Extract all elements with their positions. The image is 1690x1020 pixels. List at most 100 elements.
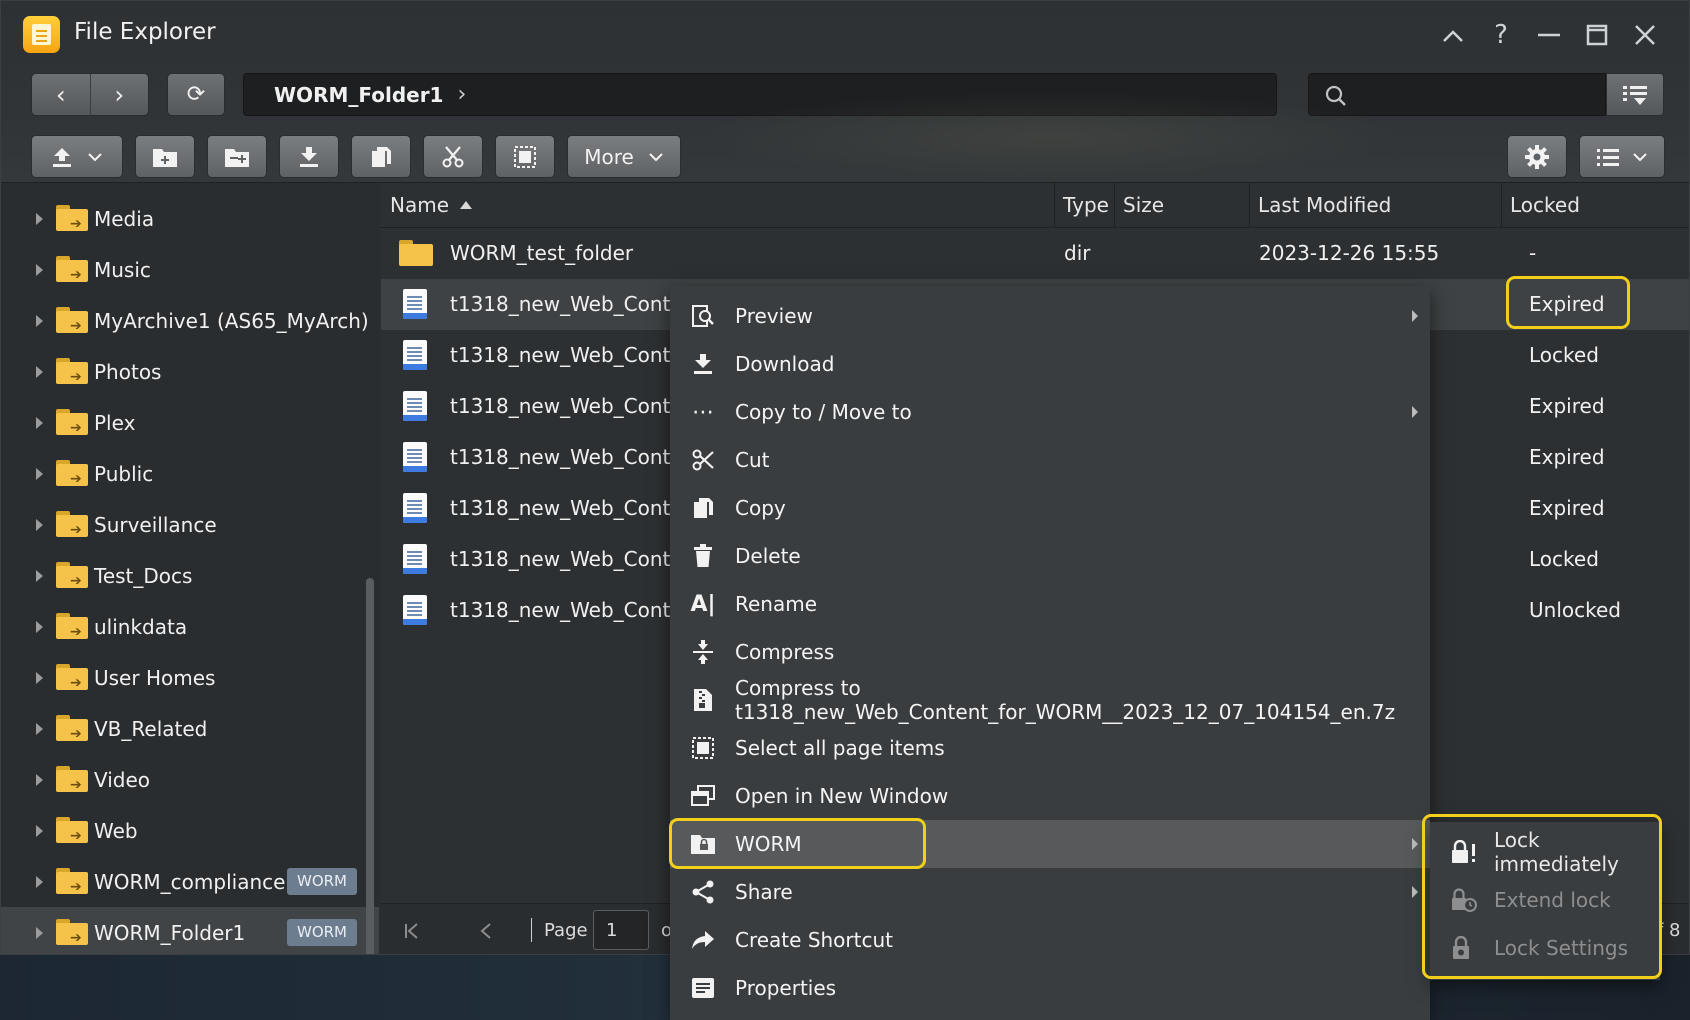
expand-arrow-icon[interactable] bbox=[36, 875, 43, 888]
menu-item-share[interactable]: Share bbox=[670, 868, 1430, 916]
menu-item-compress-to[interactable]: Compress to t1318_new_Web_Content_for_WO… bbox=[670, 676, 1430, 724]
expand-arrow-icon[interactable] bbox=[36, 416, 43, 429]
tree-item-video[interactable]: ➔ Video bbox=[1, 754, 379, 805]
tree-item-music[interactable]: ➔ Music bbox=[1, 244, 379, 295]
download-button[interactable] bbox=[279, 135, 339, 178]
list-view-icon bbox=[1597, 148, 1619, 166]
menu-item-compress[interactable]: Compress bbox=[670, 628, 1430, 676]
expand-arrow-icon[interactable] bbox=[36, 620, 43, 633]
expand-arrow-icon[interactable] bbox=[36, 314, 43, 327]
menu-item-download[interactable]: Download bbox=[670, 340, 1430, 388]
collapse-icon[interactable] bbox=[1433, 15, 1473, 55]
table-row[interactable]: WORM_test_folder dir 2023-12-26 15:55 - bbox=[381, 228, 1689, 279]
tree-item-web[interactable]: ➔ Web bbox=[1, 805, 379, 856]
tree-item-media[interactable]: ➔ Media bbox=[1, 193, 379, 244]
advanced-search-button[interactable] bbox=[1606, 73, 1664, 116]
tree-item-ulinkdata[interactable]: ➔ ulinkdata bbox=[1, 601, 379, 652]
filter-list-icon bbox=[1623, 85, 1647, 105]
expand-arrow-icon[interactable] bbox=[36, 773, 43, 786]
menu-item-open-new-window[interactable]: Open in New Window bbox=[670, 772, 1430, 820]
tree-item-vb-related[interactable]: ➔ VB_Related bbox=[1, 703, 379, 754]
column-header-type[interactable]: Type bbox=[1054, 183, 1114, 228]
column-header-modified[interactable]: Last Modified bbox=[1249, 183, 1501, 228]
settings-button[interactable] bbox=[1507, 135, 1567, 178]
chevron-down-icon bbox=[649, 152, 663, 161]
menu-item-select-all[interactable]: Select all page items bbox=[670, 724, 1430, 772]
menu-item-label: Open in New Window bbox=[735, 784, 949, 808]
tree-item-user-homes[interactable]: ➔ User Homes bbox=[1, 652, 379, 703]
copy-icon bbox=[690, 495, 716, 521]
expand-arrow-icon[interactable] bbox=[36, 467, 43, 480]
search-input[interactable] bbox=[1308, 73, 1606, 116]
cut-button[interactable] bbox=[423, 135, 483, 178]
tree-item-public[interactable]: ➔ Public bbox=[1, 448, 379, 499]
menu-item-label: Delete bbox=[735, 544, 801, 568]
select-all-button[interactable] bbox=[495, 135, 555, 178]
minimize-icon[interactable] bbox=[1529, 15, 1569, 55]
document-icon bbox=[403, 442, 427, 472]
worm-badge: WORM bbox=[286, 868, 357, 895]
menu-item-properties[interactable]: Properties bbox=[670, 964, 1430, 1012]
menu-item-create-shortcut[interactable]: Create Shortcut bbox=[670, 916, 1430, 964]
column-header-label: Last Modified bbox=[1258, 193, 1392, 217]
expand-arrow-icon[interactable] bbox=[36, 263, 43, 276]
worm-submenu-highlight bbox=[1422, 814, 1662, 979]
shared-folder-icon: ➔ bbox=[56, 868, 88, 894]
expand-arrow-icon[interactable] bbox=[36, 365, 43, 378]
tree-item-test-docs[interactable]: ➔ Test_Docs bbox=[1, 550, 379, 601]
help-icon[interactable]: ? bbox=[1481, 15, 1521, 55]
expand-arrow-icon[interactable] bbox=[36, 722, 43, 735]
column-header-name[interactable]: Name bbox=[381, 183, 1054, 228]
refresh-button[interactable]: ⟳ bbox=[167, 73, 225, 116]
column-header-size[interactable]: Size bbox=[1114, 183, 1249, 228]
expand-arrow-icon[interactable] bbox=[36, 518, 43, 531]
new-folder-button[interactable] bbox=[135, 135, 195, 178]
expand-arrow-icon[interactable] bbox=[36, 212, 43, 225]
expand-arrow-icon[interactable] bbox=[36, 671, 43, 684]
select-all-icon bbox=[690, 735, 716, 761]
expand-arrow-icon[interactable] bbox=[36, 569, 43, 582]
page-number-input[interactable]: 1 bbox=[593, 910, 649, 950]
tree-item-myarchive1[interactable]: ➔ MyArchive1 (AS65_MyArch) bbox=[1, 295, 379, 346]
scissors-icon bbox=[442, 145, 464, 167]
forward-button[interactable]: › bbox=[91, 74, 149, 115]
tree-item-label: VB_Related bbox=[94, 716, 208, 741]
more-dots-icon: ⋯ bbox=[692, 399, 714, 425]
breadcrumb[interactable]: WORM_Folder1 › bbox=[243, 73, 1277, 116]
tree-item-plex[interactable]: ➔ Plex bbox=[1, 397, 379, 448]
sidebar-scrollbar[interactable] bbox=[366, 578, 374, 954]
close-icon[interactable] bbox=[1625, 15, 1665, 55]
tree-item-worm-folder1[interactable]: ➔ WORM_Folder1 WORM bbox=[1, 907, 379, 954]
document-icon bbox=[403, 595, 427, 625]
new-shared-folder-button[interactable] bbox=[207, 135, 267, 178]
copy-icon bbox=[372, 146, 391, 167]
expand-arrow-icon[interactable] bbox=[36, 926, 43, 939]
menu-item-rename[interactable]: A| Rename bbox=[670, 580, 1430, 628]
menu-item-preview[interactable]: Preview bbox=[670, 292, 1430, 340]
tree-item-label: User Homes bbox=[94, 665, 216, 690]
upload-button[interactable] bbox=[31, 135, 123, 178]
breadcrumb-folder[interactable]: WORM_Folder1 bbox=[274, 83, 443, 107]
column-header-locked[interactable]: Locked bbox=[1501, 183, 1689, 228]
tree-item-worm-compliance1[interactable]: ➔ WORM_compliance1 WORM bbox=[1, 856, 379, 907]
previous-page-icon[interactable] bbox=[479, 922, 493, 940]
tree-item-surveillance[interactable]: ➔ Surveillance bbox=[1, 499, 379, 550]
chevron-down-icon bbox=[88, 152, 102, 161]
shared-folder-icon: ➔ bbox=[56, 460, 88, 486]
menu-item-cut[interactable]: Cut bbox=[670, 436, 1430, 484]
more-button[interactable]: More bbox=[567, 135, 681, 178]
view-mode-button[interactable] bbox=[1579, 135, 1665, 178]
chevron-right-icon: › bbox=[457, 82, 467, 107]
submenu-arrow-icon bbox=[1412, 886, 1418, 898]
maximize-icon[interactable] bbox=[1577, 15, 1617, 55]
shared-folder-icon: ➔ bbox=[56, 919, 88, 945]
menu-item-copy[interactable]: Copy bbox=[670, 484, 1430, 532]
tree-item-photos[interactable]: ➔ Photos bbox=[1, 346, 379, 397]
menu-item-delete[interactable]: Delete bbox=[670, 532, 1430, 580]
back-button[interactable]: ‹ bbox=[32, 74, 91, 115]
menu-item-copy-move[interactable]: ⋯ Copy to / Move to bbox=[670, 388, 1430, 436]
copy-button[interactable] bbox=[351, 135, 411, 178]
first-page-icon[interactable] bbox=[403, 922, 421, 940]
expand-arrow-icon[interactable] bbox=[36, 824, 43, 837]
shared-folder-icon: ➔ bbox=[56, 562, 88, 588]
